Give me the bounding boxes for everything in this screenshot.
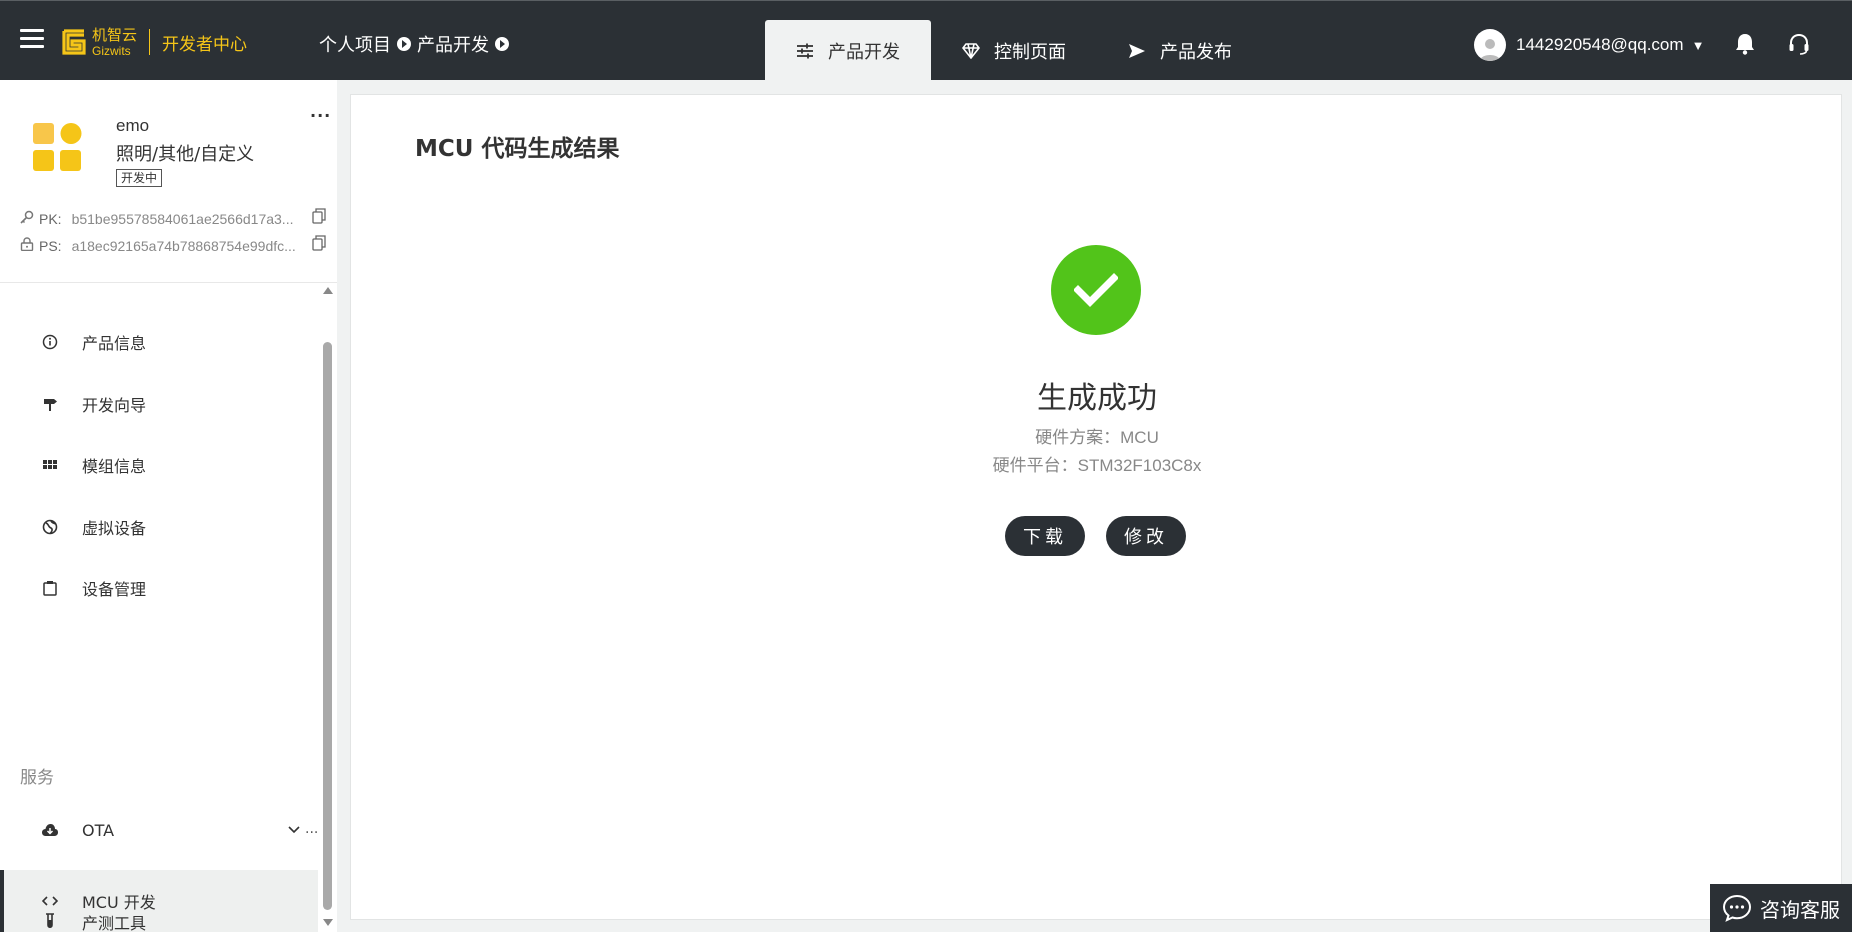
sidebar-item-test-tool[interactable]: 产测工具 xyxy=(0,891,318,932)
breadcrumb-personal-projects[interactable]: 个人项目 xyxy=(319,31,391,57)
info-icon xyxy=(40,334,60,350)
tab-product-dev[interactable]: 产品开发 xyxy=(765,20,931,81)
avatar xyxy=(1474,29,1506,61)
sliders-icon xyxy=(796,43,814,59)
copy-icon[interactable] xyxy=(312,235,326,254)
user-email: 1442920548@qq.com xyxy=(1516,35,1684,54)
hardware-platform: 硬件平台：STM32F103C8x xyxy=(992,456,1202,475)
sidebar-item-dev-guide[interactable]: 开发向导 xyxy=(0,373,318,435)
send-icon xyxy=(1128,43,1146,59)
product-category: 照明/其他/自定义 xyxy=(116,144,255,165)
chevron-down-icon: ▼ xyxy=(1691,37,1705,53)
logo-cn-text: 机智云 xyxy=(92,25,138,44)
top-tabs: 产品开发 控制页面 产品发布 xyxy=(765,20,1263,81)
consult-service-button[interactable]: 咨询客服 xyxy=(1710,884,1852,932)
main-panel: MCU 代码生成结果 生成成功 硬件方案：MCU 硬件平台：STM32F103C… xyxy=(350,94,1842,920)
logo-divider xyxy=(149,29,151,55)
menu-group-service: 服务 xyxy=(20,768,54,788)
sidebar-item-device-management[interactable]: 设备管理 xyxy=(0,557,318,619)
ota-more[interactable]: ... xyxy=(305,821,318,837)
scroll-thumb[interactable] xyxy=(323,342,332,910)
success-check-icon xyxy=(1051,245,1141,335)
clipboard-icon xyxy=(40,580,60,596)
sidebar-item-label: OTA xyxy=(82,820,115,840)
menu-icon[interactable] xyxy=(20,29,44,49)
tab-label: 控制页面 xyxy=(994,41,1066,63)
key-icon xyxy=(20,210,34,227)
sidebar-item-ota[interactable]: OTA ... xyxy=(0,799,318,861)
lock-icon xyxy=(20,237,34,254)
logo-en-text: Gizwits xyxy=(92,43,131,58)
developer-center-label: 开发者中心 xyxy=(162,34,248,55)
ps-value: a18ec92165a74b78868754e99dfc... xyxy=(71,237,296,254)
sidebar-item-module-info[interactable]: 模组信息 xyxy=(0,434,318,496)
more-options-icon[interactable]: ··· xyxy=(310,106,331,125)
sidebar-menu: 产品信息 开发向导 模组信息 虚拟设备 设备管理 服务 OTA ... MCU … xyxy=(0,283,318,932)
status-badge: 开发中 xyxy=(116,169,163,187)
sidebar-item-virtual-device[interactable]: 虚拟设备 xyxy=(0,496,318,558)
logo[interactable]: 机智云 Gizwits 开发者中心 xyxy=(62,25,247,59)
tab-label: 产品开发 xyxy=(828,41,900,63)
breadcrumb: 个人项目 产品开发 xyxy=(319,31,515,57)
sidebar-item-label: 设备管理 xyxy=(82,580,147,599)
signpost-icon xyxy=(40,396,60,412)
cloud-download-icon xyxy=(40,823,60,837)
grid-icon xyxy=(40,457,60,473)
result-title: 生成成功 xyxy=(1037,381,1157,416)
pk-row: PK: b51be95578584061ae2566d17a3... xyxy=(20,208,326,227)
pk-label: PK: xyxy=(39,210,62,227)
sidebar-item-label: 虚拟设备 xyxy=(82,519,147,538)
tab-product-release[interactable]: 产品发布 xyxy=(1097,20,1263,81)
modify-button[interactable]: 修改 xyxy=(1106,516,1186,556)
sidebar-item-product-info[interactable]: 产品信息 xyxy=(0,311,318,373)
bell-icon[interactable] xyxy=(1734,33,1756,59)
product-name: emo xyxy=(116,116,150,135)
sidebar-item-label: 开发向导 xyxy=(82,396,147,415)
copy-icon[interactable] xyxy=(312,208,326,227)
ps-row: PS: a18ec92165a74b78868754e99dfc... xyxy=(20,235,326,254)
headset-icon[interactable] xyxy=(1788,33,1810,59)
test-tube-icon xyxy=(40,913,60,931)
scroll-down-arrow-icon[interactable] xyxy=(323,919,333,926)
ps-label: PS: xyxy=(39,237,62,254)
breadcrumb-arrow-icon[interactable] xyxy=(495,37,509,51)
download-button[interactable]: 下载 xyxy=(1005,516,1085,556)
tab-label: 产品发布 xyxy=(1160,41,1232,63)
product-apps-icon xyxy=(32,122,82,172)
sidebar-item-label: 产品信息 xyxy=(82,334,147,353)
gizwits-logo-icon xyxy=(62,27,88,57)
chevron-down-icon[interactable] xyxy=(288,819,300,838)
hardware-scheme: 硬件方案：MCU xyxy=(1035,428,1159,447)
tab-control-page[interactable]: 控制页面 xyxy=(931,20,1097,81)
diamond-icon xyxy=(962,42,980,59)
breadcrumb-arrow-icon[interactable] xyxy=(397,37,411,51)
scroll-up-arrow-icon[interactable] xyxy=(323,287,333,294)
chat-bubble-icon xyxy=(1722,894,1752,922)
pk-value: b51be95578584061ae2566d17a3... xyxy=(71,210,294,227)
breadcrumb-product-dev[interactable]: 产品开发 xyxy=(417,31,489,57)
sidebar: emo 照明/其他/自定义 开发中 ··· PK: b51be955785840… xyxy=(0,80,337,932)
page-title: MCU 代码生成结果 xyxy=(415,136,620,162)
top-bar: 机智云 Gizwits 开发者中心 个人项目 产品开发 产品开发 控制页面 产品… xyxy=(0,0,1852,81)
sidebar-item-label: 模组信息 xyxy=(82,457,147,476)
sidebar-scrollbar[interactable] xyxy=(320,283,334,932)
globe-icon xyxy=(40,519,60,535)
sidebar-item-label: 产测工具 xyxy=(82,914,147,932)
consult-label: 咨询客服 xyxy=(1760,897,1840,922)
user-menu[interactable]: 1442920548@qq.com ▼ xyxy=(1474,29,1704,61)
product-header: emo 照明/其他/自定义 开发中 ··· PK: b51be955785840… xyxy=(0,80,337,283)
